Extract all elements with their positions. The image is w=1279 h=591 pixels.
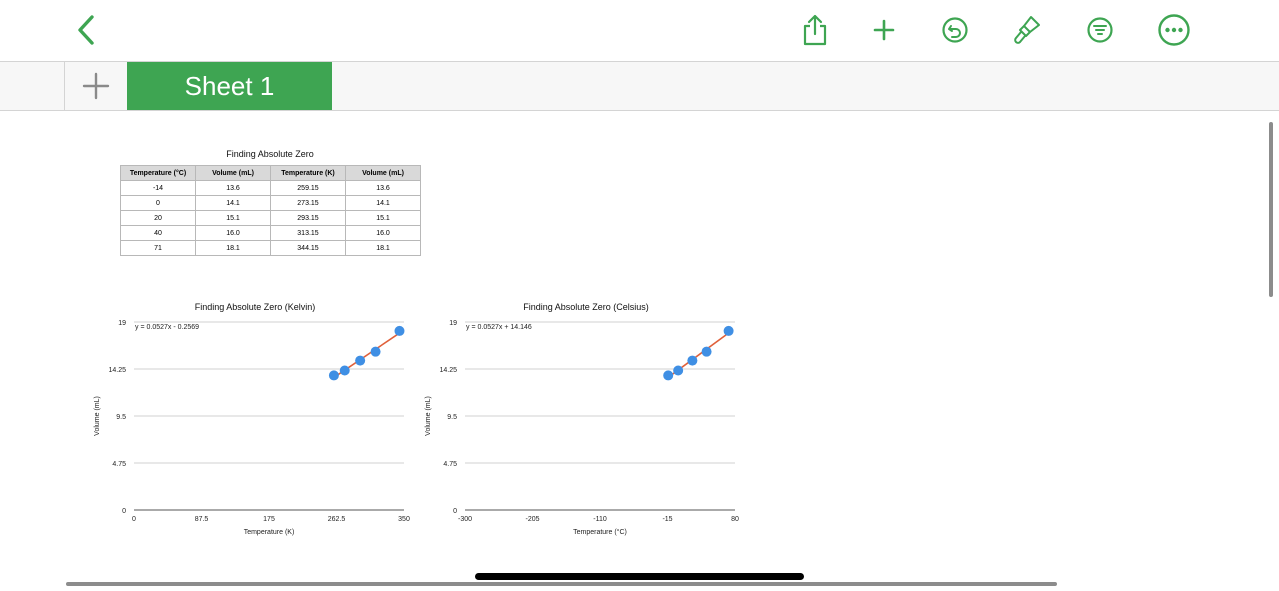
table-cell[interactable]: 16.0	[195, 225, 271, 241]
chart-svg: 0 4.75 9.5 14.25 19 0 87.5 175 262.5 350 Temperatu…	[94, 320, 410, 536]
table-cell[interactable]: 14.1	[195, 195, 271, 211]
organize-icon[interactable]	[1080, 10, 1120, 50]
x-axis-label: Temperature (°C)	[573, 528, 627, 536]
table-cell[interactable]: 40	[120, 225, 196, 241]
table-cell[interactable]: 20	[120, 210, 196, 226]
x-tick-label: 350	[398, 516, 410, 523]
table-cell[interactable]: 18.1	[195, 240, 271, 256]
x-tick-label: 0	[132, 516, 136, 523]
table-cell[interactable]: 15.1	[345, 210, 421, 226]
sheet-tab-bar: Sheet 1	[0, 62, 1279, 111]
trendline-equation: y = 0.0527x + 14.146	[466, 324, 532, 331]
table-cell[interactable]: 18.1	[345, 240, 421, 256]
table-row: 71 18.1 344.15 18.1	[120, 240, 421, 256]
tab-sheet-1[interactable]: Sheet 1	[127, 62, 332, 110]
y-tick-label: 9.5	[447, 414, 457, 421]
column-header[interactable]: Volume (mL)	[195, 165, 271, 181]
data-point	[370, 346, 381, 357]
data-point	[687, 355, 698, 366]
undo-icon[interactable]	[935, 10, 975, 50]
table-cell[interactable]: 13.6	[195, 180, 271, 196]
column-header[interactable]: Temperature (K)	[270, 165, 346, 181]
table-title: Finding Absolute Zero	[226, 149, 314, 159]
table-cell[interactable]: -14	[120, 180, 196, 196]
celsius-chart[interactable]: Finding Absolute Zero (Celsius) 0 4.75 9.5…	[421, 298, 751, 548]
table-cell[interactable]: 273.15	[270, 195, 346, 211]
data-point	[355, 355, 366, 366]
share-icon[interactable]	[795, 10, 835, 50]
data-point	[328, 370, 339, 381]
vertical-scrollbar[interactable]	[1269, 122, 1273, 297]
y-tick-label: 0	[122, 508, 126, 515]
x-tick-label: -15	[662, 516, 672, 523]
table-row: 20 15.1 293.15 15.1	[120, 210, 421, 226]
data-point	[673, 365, 684, 376]
data-table: Temperature (°C) Volume (mL) Temperature…	[120, 165, 421, 256]
data-point	[723, 325, 734, 336]
toolbar	[0, 0, 1279, 62]
table-row: 40 16.0 313.15 16.0	[120, 225, 421, 241]
y-tick-label: 4.75	[112, 461, 126, 468]
table-cell[interactable]: 293.15	[270, 210, 346, 226]
y-tick-label: 19	[449, 320, 457, 327]
y-tick-label: 14.25	[108, 367, 126, 374]
format-brush-icon[interactable]	[1007, 10, 1047, 50]
x-axis-label: Temperature (K)	[244, 529, 295, 536]
table-cell[interactable]: 13.6	[345, 180, 421, 196]
table-row: 0 14.1 273.15 14.1	[120, 195, 421, 211]
x-tick-label: -110	[593, 516, 607, 523]
y-tick-label: 19	[118, 320, 126, 327]
table-row: -14 13.6 259.15 13.6	[120, 180, 421, 196]
data-point	[339, 365, 350, 376]
y-tick-label: 4.75	[443, 461, 457, 468]
table-cell[interactable]: 71	[120, 240, 196, 256]
y-tick-label: 0	[453, 508, 457, 515]
horizontal-scrollbar[interactable]	[66, 582, 1057, 586]
more-icon[interactable]	[1154, 10, 1194, 50]
data-point	[394, 325, 405, 336]
column-header[interactable]: Volume (mL)	[345, 165, 421, 181]
data-point	[701, 346, 712, 357]
table-cell[interactable]: 344.15	[270, 240, 346, 256]
x-tick-label: -205	[525, 516, 539, 523]
table-cell[interactable]: 16.0	[345, 225, 421, 241]
x-tick-label: 87.5	[195, 516, 209, 523]
y-tick-label: 14.25	[439, 367, 457, 374]
home-indicator[interactable]	[475, 573, 804, 580]
table-header-row: Temperature (°C) Volume (mL) Temperature…	[120, 165, 421, 181]
y-axis-label: Volume (mL)	[94, 396, 101, 436]
x-tick-label: 262.5	[328, 516, 346, 523]
add-sheet-icon[interactable]	[64, 62, 127, 110]
x-tick-label: 80	[731, 516, 739, 523]
add-icon[interactable]	[864, 10, 904, 50]
column-header[interactable]: Temperature (°C)	[120, 165, 196, 181]
data-point	[663, 370, 674, 381]
trendline-equation: y = 0.0527x - 0.2569	[135, 324, 199, 331]
x-tick-label: 175	[263, 516, 275, 523]
x-tick-label: -300	[458, 516, 472, 523]
table-cell[interactable]: 259.15	[270, 180, 346, 196]
y-axis-label: Volume (mL)	[425, 396, 432, 436]
table-cell[interactable]: 14.1	[345, 195, 421, 211]
kelvin-chart[interactable]: Finding Absolute Zero (Kelvin) 0 4.75 9.5 1…	[90, 298, 420, 548]
chart-svg: 0 4.75 9.5 14.25 19 -300 -205 -110 -15 80 Temperat…	[425, 320, 739, 536]
table-cell[interactable]: 313.15	[270, 225, 346, 241]
table-cell[interactable]: 15.1	[195, 210, 271, 226]
y-tick-label: 9.5	[116, 414, 126, 421]
back-chevron-icon[interactable]	[66, 10, 106, 50]
table-cell[interactable]: 0	[120, 195, 196, 211]
